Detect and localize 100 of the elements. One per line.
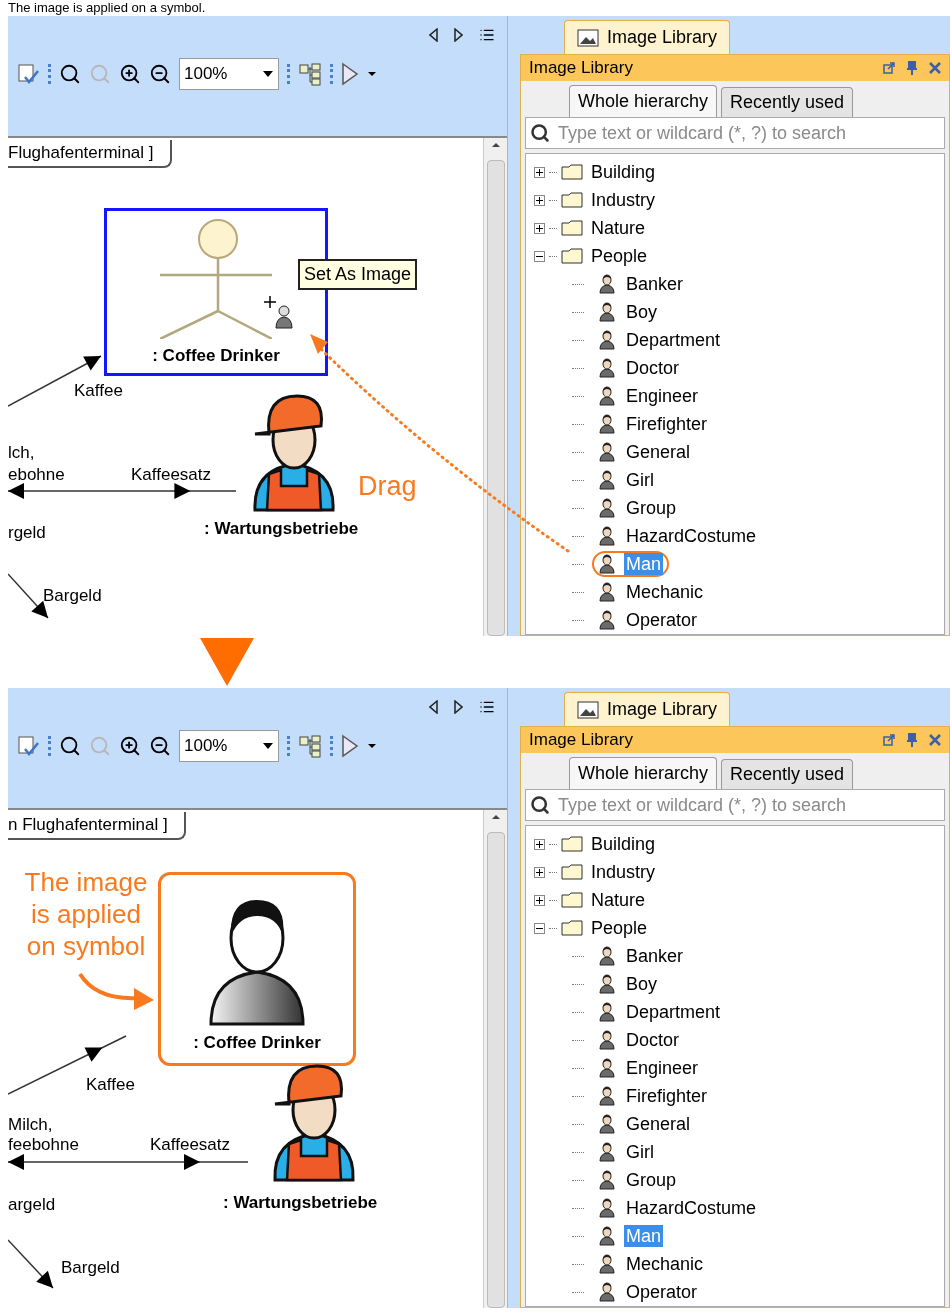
right-triangle-icon[interactable] <box>454 28 463 42</box>
folder-icon <box>561 220 583 236</box>
flow-label: Kaffeesatz <box>131 464 212 486</box>
tree-item[interactable]: Firefighter <box>624 1085 710 1107</box>
expand-icon[interactable] <box>534 166 545 178</box>
zoom-in-icon[interactable] <box>119 63 141 85</box>
zoom-dropdown[interactable]: 100% <box>179 58 279 90</box>
tree-item[interactable]: Operator <box>624 1281 700 1303</box>
undock-icon[interactable] <box>883 734 895 746</box>
person-icon <box>598 1142 616 1162</box>
list-icon[interactable] <box>479 27 495 43</box>
tree-item[interactable]: People <box>591 242 648 270</box>
tree-item[interactable]: Boy <box>624 973 660 995</box>
search-icon <box>530 123 550 143</box>
tree-item[interactable]: Industry <box>591 186 656 214</box>
vertical-scrollbar[interactable] <box>483 810 507 1308</box>
zoom-out-icon[interactable] <box>149 735 171 757</box>
zoom-out-icon[interactable] <box>149 63 171 85</box>
close-icon[interactable] <box>929 734 941 746</box>
tree-item[interactable]: Girl <box>624 469 656 491</box>
tree-item[interactable]: Department <box>624 329 723 351</box>
collapse-icon[interactable] <box>534 922 545 934</box>
panel-title: Image Library <box>529 729 633 752</box>
zoom-value: 100% <box>184 735 228 758</box>
caret-icon[interactable] <box>367 71 377 77</box>
tree-item[interactable]: Nature <box>591 886 646 914</box>
tree-item[interactable]: Department <box>624 1001 723 1023</box>
scrollbar-thumb[interactable] <box>486 160 505 636</box>
tree-item[interactable]: Boy <box>624 301 660 323</box>
search-field[interactable]: Type text or wildcard (*, ?) to search <box>525 789 945 821</box>
tree-item[interactable]: Mechanic <box>624 581 706 603</box>
tree-item[interactable]: People <box>591 914 648 942</box>
tab[interactable]: Recently used <box>721 87 854 117</box>
person-icon <box>598 274 616 294</box>
undock-icon[interactable] <box>883 62 895 74</box>
scrollbar-thumb[interactable] <box>486 832 505 1308</box>
tree-item[interactable]: General <box>624 1113 693 1135</box>
tree-item[interactable]: Doctor <box>624 357 681 379</box>
expand-icon[interactable] <box>534 194 545 206</box>
person-icon <box>598 1254 616 1274</box>
pin-icon[interactable] <box>907 61 917 75</box>
collapse-icon[interactable] <box>534 250 545 262</box>
pin-icon[interactable] <box>907 733 917 747</box>
tree-item[interactable]: Engineer <box>624 1057 701 1079</box>
panel-tab[interactable]: Image Library <box>564 692 731 726</box>
expand-icon[interactable] <box>534 894 545 906</box>
tree-item[interactable]: Mechanic <box>624 1253 706 1275</box>
tree-item[interactable]: Group <box>624 497 679 519</box>
validate-icon[interactable] <box>16 734 40 758</box>
actor-box[interactable]: : Coffee Drinker <box>158 872 356 1066</box>
vertical-scrollbar[interactable] <box>483 138 507 636</box>
person-icon <box>598 1002 616 1022</box>
tree-item[interactable]: Firefighter <box>624 413 710 435</box>
caret-icon[interactable] <box>367 743 377 749</box>
tree-item[interactable]: Industry <box>591 858 656 886</box>
tree-item[interactable]: General <box>624 441 693 463</box>
tree-item[interactable]: Nature <box>591 214 646 242</box>
zoom-fit-icon[interactable] <box>59 63 81 85</box>
right-triangle-icon[interactable] <box>454 700 463 714</box>
toolbar-grip-icon <box>287 736 290 756</box>
tree-item[interactable]: Group <box>624 1169 679 1191</box>
tree-item[interactable]: Building <box>591 158 656 186</box>
search-field[interactable]: Type text or wildcard (*, ?) to search <box>525 117 945 149</box>
actor-label: : Coffee Drinker <box>193 1031 321 1054</box>
tab[interactable]: Recently used <box>721 759 854 789</box>
tree-item[interactable]: Banker <box>624 945 686 967</box>
tab[interactable]: Whole hierarchy <box>569 757 718 789</box>
tree-item[interactable]: Operator <box>624 609 700 631</box>
close-icon[interactable] <box>929 62 941 74</box>
caret-icon <box>262 70 274 78</box>
tree-item[interactable]: Doctor <box>624 1029 681 1051</box>
tree-item[interactable]: Engineer <box>624 385 701 407</box>
zoom-dropdown[interactable]: 100% <box>179 730 279 762</box>
tree-item[interactable]: HazardCostume <box>624 1197 759 1219</box>
tree-item[interactable]: Banker <box>624 273 686 295</box>
tree-item[interactable]: Girl <box>624 1141 656 1163</box>
tab[interactable]: Whole hierarchy <box>569 85 718 117</box>
panel-tab[interactable]: Image Library <box>564 20 731 54</box>
layout-icon[interactable] <box>298 734 322 758</box>
left-triangle-icon[interactable] <box>429 28 438 42</box>
layout-icon[interactable] <box>298 62 322 86</box>
left-triangle-icon[interactable] <box>429 700 438 714</box>
tree-item[interactable]: HazardCostume <box>624 525 759 547</box>
tree-item[interactable]: Building <box>591 830 656 858</box>
validate-icon[interactable] <box>16 62 40 86</box>
zoom-fit-icon[interactable] <box>59 735 81 757</box>
scroll-up-icon[interactable] <box>490 142 501 148</box>
list-icon[interactable] <box>479 699 495 715</box>
play-icon[interactable] <box>341 734 359 758</box>
expand-icon[interactable] <box>534 838 545 850</box>
person-icon <box>598 1170 616 1190</box>
zoom-in-icon[interactable] <box>119 735 141 757</box>
frame-title: Flughafenterminal ] <box>8 140 172 168</box>
person-icon <box>598 946 616 966</box>
expand-icon[interactable] <box>534 222 545 234</box>
expand-icon[interactable] <box>534 866 545 878</box>
actor-label: : Wartungsbetriebe <box>204 518 359 540</box>
scroll-up-icon[interactable] <box>490 814 501 820</box>
person-icon <box>598 414 616 434</box>
play-icon[interactable] <box>341 62 359 86</box>
